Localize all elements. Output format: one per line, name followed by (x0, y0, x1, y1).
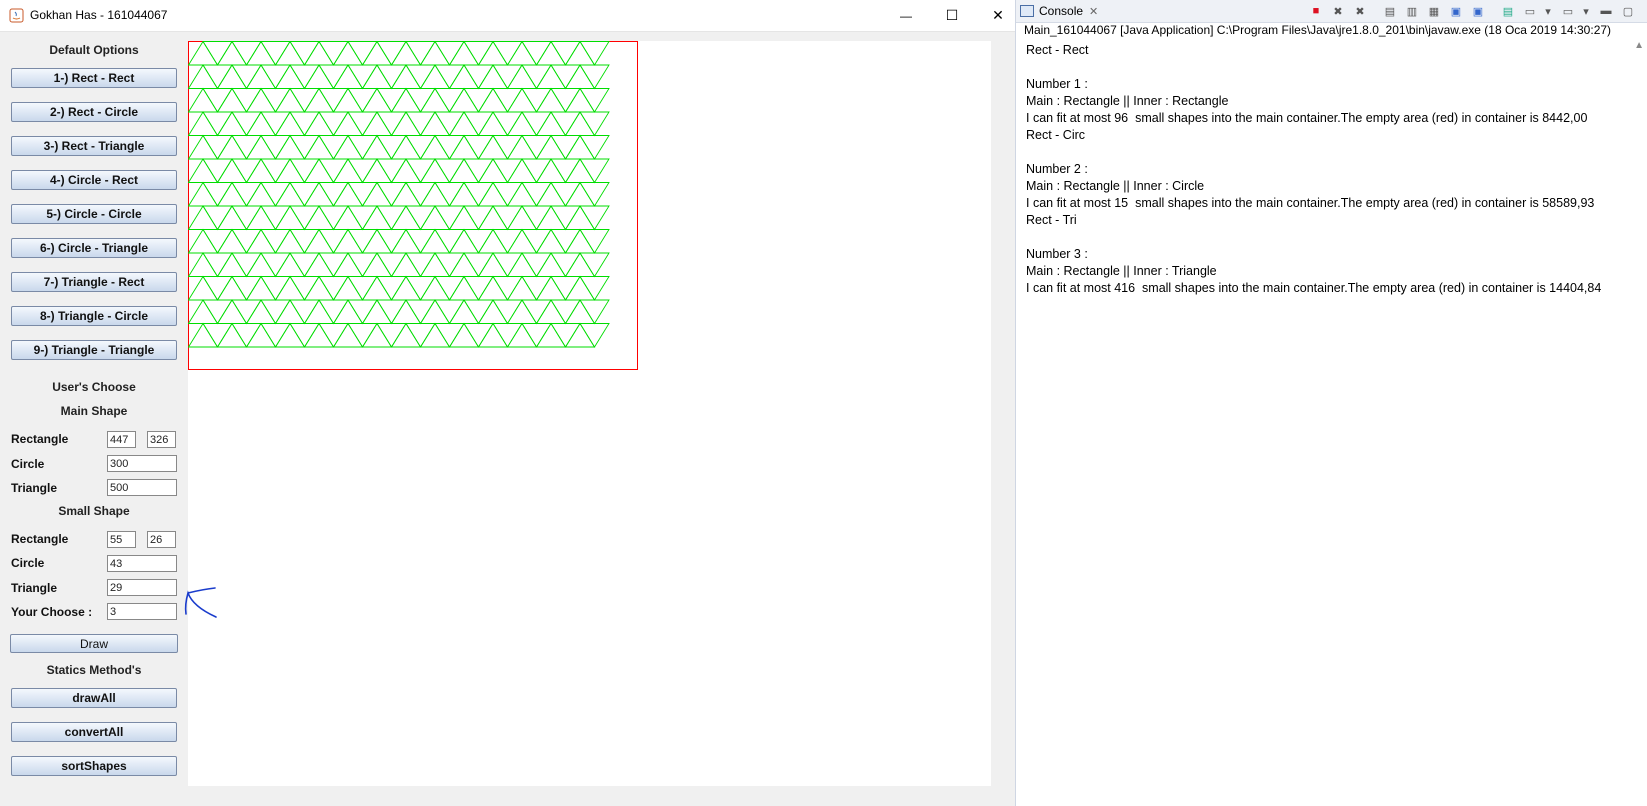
shape-drawing (188, 41, 638, 370)
clear-console-icon[interactable]: ▤ (1382, 3, 1398, 19)
terminate-icon[interactable]: ■ (1308, 3, 1324, 19)
option-1-button[interactable]: 1-) Rect - Rect (11, 68, 177, 88)
open-console-icon[interactable]: ▭ (1560, 3, 1576, 19)
display-dropdown-icon[interactable]: ▾ (1540, 3, 1556, 19)
console-tab-close-icon[interactable]: ✕ (1089, 5, 1098, 18)
pin-console-icon[interactable]: ▤ (1500, 3, 1516, 19)
option-6-button[interactable]: 6-) Circle - Triangle (11, 238, 177, 258)
console-line: Number 2 : (1026, 162, 1088, 176)
option-7-button[interactable]: 7-) Triangle - Rect (11, 272, 177, 292)
open-console-dropdown-icon[interactable]: ▾ (1578, 3, 1594, 19)
small-rectangle-label: Rectangle (11, 532, 69, 546)
option-2-button[interactable]: 2-) Rect - Circle (11, 102, 177, 122)
console-tab[interactable]: Console ✕ (1020, 0, 1098, 22)
console-output[interactable]: Rect - Rect Number 1 : Main : Rectangle … (1026, 42, 1638, 297)
display-selected-console-icon[interactable]: ▭ (1522, 3, 1538, 19)
users-choose-heading: User's Choose (52, 380, 136, 394)
default-options-heading: Default Options (49, 43, 139, 57)
remove-all-terminated-icon[interactable]: ✖ (1352, 3, 1368, 19)
minimize-view-icon[interactable]: ▬ (1598, 3, 1614, 19)
small-shape-heading: Small Shape (58, 504, 130, 518)
show-on-output-icon[interactable]: ▣ (1448, 3, 1464, 19)
option-4-button[interactable]: 4-) Circle - Rect (11, 170, 177, 190)
console-line: I can fit at most 96 small shapes into t… (1026, 111, 1588, 125)
main-rectangle-width-field[interactable]: 447 (107, 431, 136, 448)
small-circle-label: Circle (11, 556, 45, 570)
option-5-button[interactable]: 5-) Circle - Circle (11, 204, 177, 224)
close-icon: ✕ (992, 7, 1004, 23)
sort-shapes-button[interactable]: sortShapes (11, 756, 177, 776)
word-wrap-icon[interactable]: ▦ (1426, 3, 1442, 19)
console-line: Main : Rectangle || Inner : Circle (1026, 179, 1205, 193)
console-line: Main : Rectangle || Inner : Triangle (1026, 264, 1217, 278)
statics-heading: Statics Method's (46, 663, 142, 677)
console-line: Rect - Rect (1026, 43, 1089, 57)
console-icon (1020, 5, 1034, 17)
option-9-button[interactable]: 9-) Triangle - Triangle (11, 340, 177, 360)
draw-button[interactable]: Draw (10, 634, 178, 653)
app-window: Gokhan Has - 161044067 — ☐ ✕ Default Opt… (0, 0, 1015, 806)
options-panel: Default Options 1-) Rect - Rect 2-) Rect… (8, 31, 180, 791)
console-line: I can fit at most 15 small shapes into t… (1026, 196, 1595, 210)
maximize-button[interactable]: ☐ (929, 0, 975, 31)
main-triangle-field[interactable]: 500 (107, 479, 177, 496)
convert-all-button[interactable]: convertAll (11, 722, 177, 742)
title-bar[interactable]: Gokhan Has - 161044067 — ☐ ✕ (0, 0, 1015, 32)
small-triangle-field[interactable]: 29 (107, 579, 177, 596)
main-rectangle-label: Rectangle (11, 432, 69, 446)
main-rectangle-height-field[interactable]: 326 (147, 431, 176, 448)
console-tab-label: Console (1039, 4, 1084, 18)
main-circle-label: Circle (11, 457, 45, 471)
scroll-lock-icon[interactable]: ▥ (1404, 3, 1420, 19)
console-view: Console ✕ ■ ✖ ✖ ▤ ▥ ▦ ▣ ▣ ▤ ▭ ▾ ▭ ▾ ▬ ▢ … (1015, 0, 1647, 806)
console-line: Rect - Circ (1026, 128, 1086, 142)
console-line: Rect - Tri (1026, 213, 1077, 227)
small-triangle-label: Triangle (11, 581, 58, 595)
maximize-view-icon[interactable]: ▢ (1620, 3, 1636, 19)
show-on-error-icon[interactable]: ▣ (1470, 3, 1486, 19)
main-shape-heading: Main Shape (60, 404, 128, 418)
your-choose-label: Your Choose : (11, 605, 93, 619)
small-rectangle-width-field[interactable]: 55 (107, 531, 136, 548)
console-line: Number 1 : (1026, 77, 1088, 91)
main-circle-field[interactable]: 300 (107, 455, 177, 472)
minimize-button[interactable]: — (883, 0, 929, 31)
console-tab-bar: Console ✕ ■ ✖ ✖ ▤ ▥ ▦ ▣ ▣ ▤ ▭ ▾ ▭ ▾ ▬ ▢ (1016, 0, 1647, 23)
small-rectangle-height-field[interactable]: 26 (147, 531, 176, 548)
option-3-button[interactable]: 3-) Rect - Triangle (11, 136, 177, 156)
minimize-icon: — (900, 8, 912, 23)
console-line: Number 3 : (1026, 247, 1088, 261)
small-circle-field[interactable]: 43 (107, 555, 177, 572)
console-line: I can fit at most 416 small shapes into … (1026, 281, 1602, 295)
window-title: Gokhan Has - 161044067 (30, 8, 168, 22)
console-process-path: Main_161044067 [Java Application] C:\Pro… (1024, 23, 1612, 37)
option-8-button[interactable]: 8-) Triangle - Circle (11, 306, 177, 326)
console-line: Main : Rectangle || Inner : Rectangle (1026, 94, 1229, 108)
draw-all-button[interactable]: drawAll (11, 688, 177, 708)
drawing-canvas[interactable] (188, 41, 991, 786)
remove-launch-icon[interactable]: ✖ (1330, 3, 1346, 19)
main-container-rectangle (188, 41, 638, 370)
java-app-icon (9, 8, 24, 23)
main-triangle-label: Triangle (11, 481, 58, 495)
maximize-icon: ☐ (945, 7, 959, 23)
your-choose-field[interactable]: 3 (107, 603, 177, 620)
